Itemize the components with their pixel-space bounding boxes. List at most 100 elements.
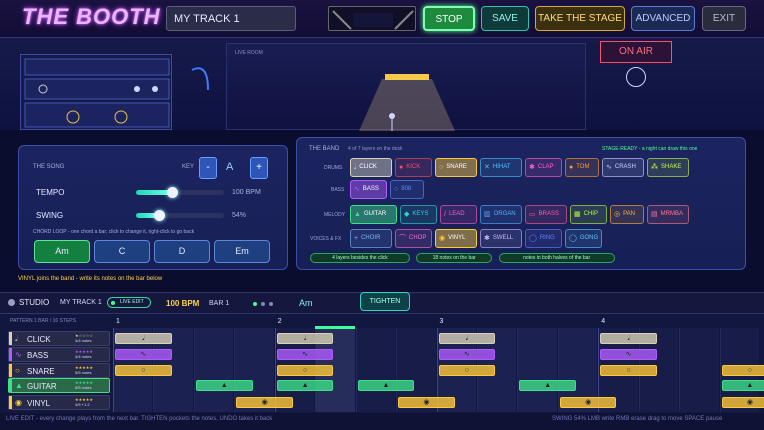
chip-icon: ▦ bbox=[574, 211, 581, 218]
chord-button[interactable]: Em bbox=[214, 240, 270, 263]
organ-icon: ▥ bbox=[484, 211, 491, 218]
instrument-gong[interactable]: ◯ GONG bbox=[565, 229, 602, 248]
note-cell[interactable]: ○ bbox=[115, 365, 172, 376]
stage-preview-icon bbox=[332, 10, 414, 30]
mrmba-icon: ▤ bbox=[651, 211, 658, 218]
track-row-click[interactable]: 𝅘𝅥 CLICK ★☆☆☆☆ 4/4 notes bbox=[8, 331, 110, 346]
instrument-clap[interactable]: ✱ CLAP bbox=[525, 158, 562, 177]
instrument-keys[interactable]: ◆ KEYS bbox=[400, 205, 437, 224]
instrument-chop[interactable]: ⌒ CHOP bbox=[395, 229, 432, 248]
note-cell[interactable]: 𝅘𝅥 bbox=[438, 333, 496, 344]
instrument-choir[interactable]: + CHOIR bbox=[350, 229, 392, 248]
instrument-mrmba[interactable]: ▤ MRMBA bbox=[647, 205, 689, 224]
note-cell[interactable]: ○ bbox=[600, 365, 657, 376]
instrument-tom[interactable]: ● TOM bbox=[565, 158, 599, 177]
note-cell[interactable]: ▲ bbox=[276, 380, 334, 391]
band-row-label: DRUMS bbox=[324, 165, 343, 171]
app-logo: THE BOOTH bbox=[22, 4, 161, 29]
instrument-lead[interactable]: / LEAD bbox=[440, 205, 477, 224]
tighten-button[interactable]: TIGHTEN bbox=[360, 292, 410, 311]
note-cell[interactable]: 𝅘𝅥 bbox=[600, 333, 657, 344]
note-cell[interactable]: ∿ bbox=[115, 349, 172, 360]
track-color-bar bbox=[9, 396, 12, 409]
instrument-chip[interactable]: ▦ CHIP bbox=[570, 205, 607, 224]
chord-button[interactable]: D bbox=[154, 240, 210, 263]
instrument-label: BRASS bbox=[538, 211, 559, 217]
beat-indicator bbox=[253, 301, 281, 307]
instrument-label: GONG bbox=[579, 235, 599, 241]
instrument-label: MRMBA bbox=[660, 211, 683, 217]
note-cell[interactable]: ○ bbox=[721, 365, 764, 376]
instrument-label: TOM bbox=[576, 164, 590, 170]
instrument-shake[interactable]: ⁂ SHAKE bbox=[647, 158, 689, 177]
note-cell[interactable]: ∿ bbox=[438, 349, 496, 360]
note-cell[interactable]: ∿ bbox=[276, 349, 334, 360]
note-cell[interactable]: ◉ bbox=[236, 397, 293, 408]
track-row-snare[interactable]: ○ SNARE ★★★★★ 5/5 notes bbox=[8, 363, 110, 378]
instrument-808[interactable]: ○ 808 bbox=[390, 180, 424, 199]
track-name: VINYL bbox=[27, 399, 51, 408]
advanced-button[interactable]: ADVANCED bbox=[631, 6, 695, 31]
instrument-hihat[interactable]: ✕ HIHAT bbox=[480, 158, 522, 177]
instrument-bass[interactable]: ∿ BASS bbox=[350, 180, 387, 199]
instrument-snare[interactable]: ○ SNARE bbox=[435, 158, 477, 177]
instrument-label: SNARE bbox=[446, 164, 467, 170]
note-cell[interactable]: ▲ bbox=[195, 380, 253, 391]
instrument-label: CHOIR bbox=[361, 235, 381, 241]
footer-hint: LIVE EDIT - every change plays from the … bbox=[6, 416, 273, 422]
chord-button[interactable]: Am bbox=[34, 240, 90, 263]
instrument-kick[interactable]: ● KICK bbox=[395, 158, 432, 177]
key-up-button[interactable]: + bbox=[250, 157, 268, 179]
instrument-pan[interactable]: ◎ PAN bbox=[610, 205, 644, 224]
note-cell[interactable]: ▲ bbox=[357, 380, 415, 391]
note-cell[interactable]: ◉ bbox=[398, 397, 455, 408]
note-cell[interactable]: ○ bbox=[276, 365, 334, 376]
clock-icon bbox=[626, 67, 646, 87]
live-edit-label: LIVE EDIT bbox=[120, 299, 144, 305]
save-button[interactable]: SAVE bbox=[481, 6, 529, 31]
stage-preview bbox=[328, 6, 416, 31]
instrument-swell[interactable]: ✱ SWELL bbox=[480, 229, 522, 248]
key-down-button[interactable]: - bbox=[199, 157, 217, 179]
click-icon: 𝅘𝅥 bbox=[354, 164, 357, 171]
rack-gear-icon bbox=[24, 58, 170, 128]
tempo-slider[interactable] bbox=[136, 187, 224, 198]
note-cell[interactable]: ▲ bbox=[721, 380, 764, 391]
note-cell[interactable]: ◉ bbox=[721, 397, 764, 408]
note-cell[interactable]: ∿ bbox=[600, 349, 657, 360]
track-note-count: 4/5 +1.2 bbox=[75, 402, 90, 407]
instrument-label: CHIP bbox=[583, 211, 598, 217]
tempo-value: 100 BPM bbox=[232, 189, 261, 196]
stop-button[interactable]: STOP bbox=[423, 6, 475, 31]
instrument-crash[interactable]: ∿ CRASH bbox=[602, 158, 644, 177]
goal-pill: 18 notes on the bar bbox=[415, 253, 493, 263]
instrument-click[interactable]: 𝅘𝅥 CLICK bbox=[350, 158, 392, 177]
step-column bbox=[355, 328, 396, 412]
note-cell[interactable]: 𝅘𝅥 bbox=[115, 333, 172, 344]
instrument-organ[interactable]: ▥ ORGAN bbox=[480, 205, 522, 224]
exit-button[interactable]: EXIT bbox=[702, 6, 746, 31]
instrument-label: 808 bbox=[401, 186, 412, 192]
track-row-guitar[interactable]: ▲ GUITAR ★★★★★ 5/5 notes bbox=[8, 378, 110, 393]
track-row-bass[interactable]: ∿ BASS ★★★★★ 4/4 notes bbox=[8, 347, 110, 362]
instrument-brass[interactable]: ▭ BRASS bbox=[525, 205, 567, 224]
note-cell[interactable]: 𝅘𝅥 bbox=[276, 333, 334, 344]
instrument-vinyl[interactable]: ◉ VINYL bbox=[435, 229, 477, 248]
note-cell[interactable]: ◉ bbox=[559, 397, 617, 408]
instrument-ring[interactable]: ◯ RING bbox=[525, 229, 562, 248]
track-stats: ★★★★★ 5/5 notes bbox=[75, 380, 93, 390]
clap-icon: ✱ bbox=[529, 164, 535, 171]
note-cell[interactable]: ▲ bbox=[519, 380, 577, 391]
crash-icon: ∿ bbox=[606, 164, 612, 171]
vinyl-icon: ◉ bbox=[15, 398, 22, 407]
track-name: CLICK bbox=[27, 335, 51, 344]
swing-slider[interactable] bbox=[136, 210, 224, 221]
take-the-stage-button[interactable]: TAKE THE STAGE bbox=[535, 6, 625, 31]
track-row-vinyl[interactable]: ◉ VINYL ★★★★★ 4/5 +1.2 bbox=[8, 395, 110, 410]
snare-icon: ○ bbox=[15, 366, 20, 375]
note-cell[interactable]: ○ bbox=[438, 365, 496, 376]
chord-button[interactable]: C bbox=[94, 240, 150, 263]
instrument-guitar[interactable]: ▲ GUITAR bbox=[350, 205, 397, 224]
instrument-label: KEYS bbox=[412, 211, 429, 217]
track-name-field[interactable]: MY TRACK 1 bbox=[166, 6, 296, 31]
